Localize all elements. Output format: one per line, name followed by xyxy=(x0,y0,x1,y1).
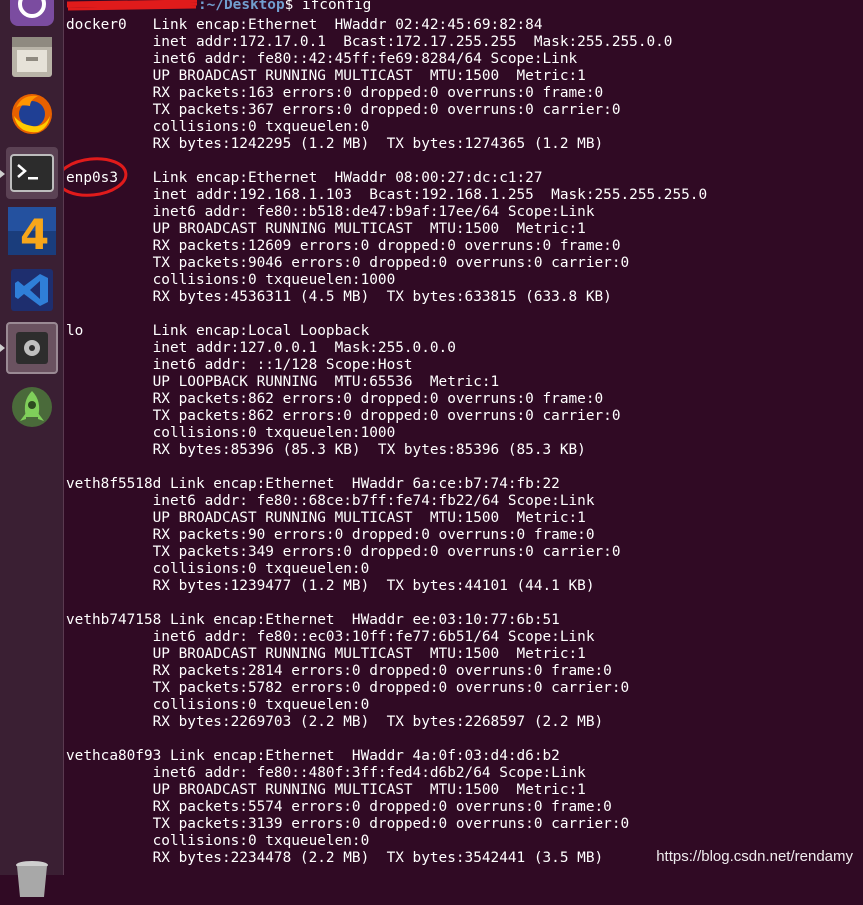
terminal-line: RX packets:12609 errors:0 dropped:0 over… xyxy=(66,238,621,254)
terminal-line: RX bytes:1239477 (1.2 MB) TX bytes:44101… xyxy=(66,578,595,594)
terminal-line: enp0s3 Link encap:Ethernet HWaddr 08:00:… xyxy=(66,170,560,186)
terminal-line: inet addr:127.0.0.1 Mask:255.0.0.0 xyxy=(66,340,456,356)
prompt-command: ifconfig xyxy=(293,0,372,13)
terminal-line: inet6 addr: fe80::b518:de47:b9af:17ee/64… xyxy=(66,204,595,220)
terminal-line: collisions:0 txqueuelen:0 xyxy=(66,697,378,713)
terminal-line: RX bytes:4536311 (4.5 MB) TX bytes:63381… xyxy=(66,289,612,305)
terminal-line: inet6 addr: fe80::480f:3ff:fed4:d6b2/64 … xyxy=(66,765,586,781)
terminal-line: RX bytes:1242295 (1.2 MB) TX bytes:12743… xyxy=(66,136,604,152)
ubuntu-software-icon[interactable] xyxy=(6,0,58,30)
terminal-line: inet6 addr: fe80::68ce:b7ff:fe74:fb22/64… xyxy=(66,493,595,509)
terminal-line: inet addr:172.17.0.1 Bcast:172.17.255.25… xyxy=(66,34,673,50)
terminal-line: TX packets:3139 errors:0 dropped:0 overr… xyxy=(66,816,630,832)
active-indicator xyxy=(0,170,5,178)
terminal-output: docker0 Link encap:Ethernet HWaddr 02:42… xyxy=(66,17,707,867)
terminal-line: UP BROADCAST RUNNING MULTICAST MTU:1500 … xyxy=(66,782,586,798)
annotation-circle xyxy=(64,157,128,197)
terminal-line: lo Link encap:Local Loopback xyxy=(66,323,387,339)
terminal-line: TX packets:862 errors:0 dropped:0 overru… xyxy=(66,408,621,424)
launcher: 4 xyxy=(0,0,64,897)
terminal-window[interactable]: :~/Desktop$ ifconfig docker0 Link encap:… xyxy=(64,0,863,875)
svg-text:4: 4 xyxy=(20,210,49,257)
robomongo-icon[interactable] xyxy=(6,381,58,433)
terminal-line: inet6 addr: fe80::42:45ff:fe69:8284/64 S… xyxy=(66,51,578,67)
command-prompt: :~/Desktop$ ifconfig xyxy=(66,0,371,14)
terminal-line: TX packets:9046 errors:0 dropped:0 overr… xyxy=(66,255,630,271)
terminal-line: TX packets:367 errors:0 dropped:0 overru… xyxy=(66,102,621,118)
watermark: https://blog.csdn.net/rendamy xyxy=(656,848,853,865)
prompt-symbol: $ xyxy=(284,0,294,13)
terminal-line: collisions:0 txqueuelen:1000 xyxy=(66,425,404,441)
redacted-username xyxy=(66,0,198,11)
terminal-line: UP BROADCAST RUNNING MULTICAST MTU:1500 … xyxy=(66,646,586,662)
terminal-line: collisions:0 txqueuelen:0 xyxy=(66,561,378,577)
terminal-line: UP LOOPBACK RUNNING MTU:65536 Metric:1 xyxy=(66,374,500,390)
terminal-line: RX bytes:2234478 (2.2 MB) TX bytes:35424… xyxy=(66,850,604,866)
terminal-line: inet addr:192.168.1.103 Bcast:192.168.1.… xyxy=(66,187,708,203)
terminal-line: UP BROADCAST RUNNING MULTICAST MTU:1500 … xyxy=(66,68,586,84)
terminal-line: UP BROADCAST RUNNING MULTICAST MTU:1500 … xyxy=(66,510,586,526)
terminal-line: TX packets:5782 errors:0 dropped:0 overr… xyxy=(66,680,630,696)
terminal-line: RX packets:862 errors:0 dropped:0 overru… xyxy=(66,391,604,407)
active-indicator xyxy=(0,344,5,352)
terminal-line: collisions:0 txqueuelen:0 xyxy=(66,833,378,849)
terminal-line: RX packets:5574 errors:0 dropped:0 overr… xyxy=(66,799,612,815)
terminal-line: vethca80f93 Link encap:Ethernet HWaddr 4… xyxy=(66,748,578,764)
terminal-line: collisions:0 txqueuelen:0 xyxy=(66,119,378,135)
terminal-line: vethb747158 Link encap:Ethernet HWaddr e… xyxy=(66,612,578,628)
android-studio-icon[interactable]: 4 xyxy=(6,205,58,257)
terminal-line: UP BROADCAST RUNNING MULTICAST MTU:1500 … xyxy=(66,221,586,237)
terminal-line: inet6 addr: ::1/128 Scope:Host xyxy=(66,357,413,373)
terminal-line: RX packets:2814 errors:0 dropped:0 overr… xyxy=(66,663,612,679)
terminal-line: veth8f5518d Link encap:Ethernet HWaddr 6… xyxy=(66,476,578,492)
disk-icon[interactable] xyxy=(6,322,58,374)
terminal-line: RX bytes:2269703 (2.2 MB) TX bytes:22685… xyxy=(66,714,604,730)
terminal-icon[interactable] xyxy=(6,147,58,199)
terminal-line: RX packets:163 errors:0 dropped:0 overru… xyxy=(66,85,604,101)
terminal-line: RX packets:90 errors:0 dropped:0 overrun… xyxy=(66,527,595,543)
prompt-path: :~/Desktop xyxy=(198,0,285,13)
terminal-line: collisions:0 txqueuelen:1000 xyxy=(66,272,404,288)
trash-icon[interactable] xyxy=(6,853,58,905)
terminal-line: RX bytes:85396 (85.3 KB) TX bytes:85396 … xyxy=(66,442,586,458)
vscode-icon[interactable] xyxy=(6,264,58,316)
terminal-line: inet6 addr: fe80::ec03:10ff:fe77:6b51/64… xyxy=(66,629,595,645)
firefox-icon[interactable] xyxy=(6,88,58,140)
terminal-line: docker0 Link encap:Ethernet HWaddr 02:42… xyxy=(66,17,560,33)
terminal-line: TX packets:349 errors:0 dropped:0 overru… xyxy=(66,544,621,560)
files-icon[interactable] xyxy=(6,31,58,83)
